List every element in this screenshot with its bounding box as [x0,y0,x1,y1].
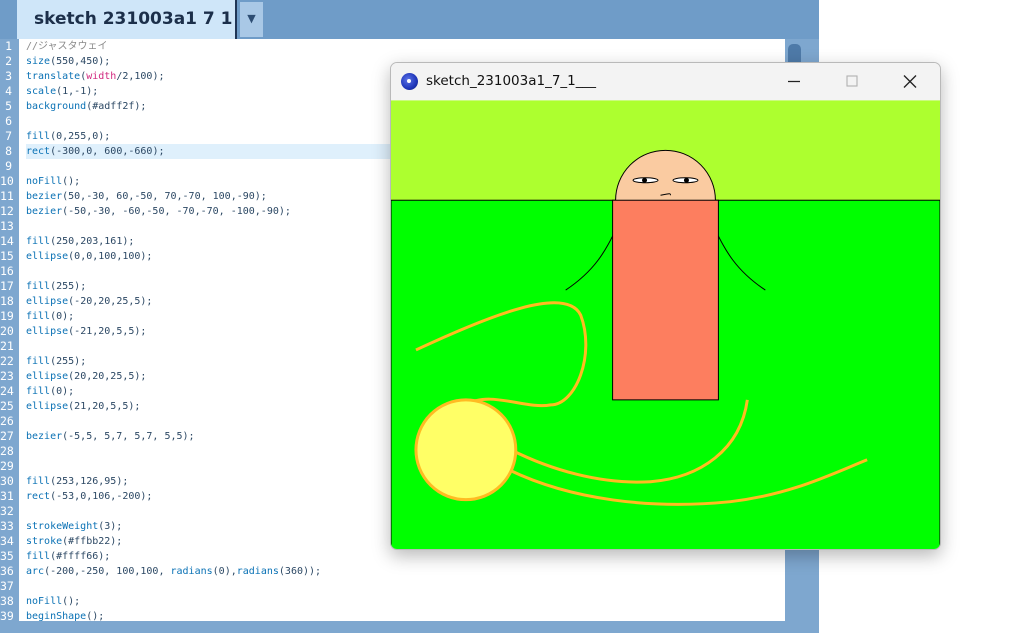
yellow-ball [414,398,518,502]
code-line: ellipse(-20,20,25,5); [26,296,153,307]
code-line: noFill(); [26,596,81,607]
line-number: 25 [0,399,14,413]
line-number: 11 [0,189,14,203]
line-number: 28 [0,444,14,458]
close-button[interactable] [881,63,939,100]
line-number: 9 [5,159,12,173]
line-number-gutter: 1 2 3 4 5 6 7 8 9 10 11 12 13 14 15 16 17 18 19 20 21 22 23 24 2… [0,39,19,621]
line-number: 22 [0,354,14,368]
code-line: //ジャスタウェイ [26,41,108,52]
processing-icon [401,73,418,90]
line-number: 31 [0,489,14,503]
line-number: 32 [0,504,14,518]
sketch-canvas [391,100,940,549]
close-icon [903,75,917,88]
code-line: ellipse(21,20,5,5); [26,401,141,412]
code-line: bezier(-50,-30, -60,-50, -70,-70, -100,-… [26,206,291,217]
code-line: bezier(-5,5, 5,7, 5,7, 5,5); [26,431,195,442]
line-number: 38 [0,594,14,608]
line-number: 8 [5,144,12,158]
line-number: 34 [0,534,14,548]
code-line: bezier(50,-30, 60,-50, 70,-70, 100,-90); [26,191,267,202]
line-number: 17 [0,279,14,293]
line-number: 4 [5,84,12,98]
minimize-icon [788,80,800,83]
line-number: 6 [5,114,12,128]
code-line: ellipse(20,20,25,5); [26,371,147,382]
line-number: 10 [0,174,14,188]
line-number: 14 [0,234,14,248]
maximize-button [823,63,881,100]
line-number: 37 [0,579,14,593]
code-line: strokeWeight(3); [26,521,123,532]
line-number: 15 [0,249,14,263]
line-number: 18 [0,294,14,308]
window-title: sketch_231003a1_7_1___ [426,73,597,89]
line-number: 3 [5,69,12,83]
line-number: 7 [5,129,12,143]
code-line: ellipse(-21,20,5,5); [26,326,147,337]
code-line: translate(width/2,100); [26,71,165,82]
code-line: beginShape(); [26,611,105,621]
tab-sketch[interactable]: sketch 231003a1 7 1 [17,0,237,39]
code-line: fill(250,203,161); [26,236,135,247]
code-line: stroke(#ffbb22); [26,536,123,547]
left-pupil [642,177,648,183]
code-line: fill(255); [26,356,87,367]
code-line: arc(-200,-250, 100,100, radians(0),radia… [26,566,322,577]
tab-menu-button[interactable]: ▼ [240,2,263,37]
line-number: 20 [0,324,14,338]
tab-label: sketch 231003a1 7 1 [34,9,233,29]
code-line: scale(1,-1); [26,86,99,97]
ide-bottom-bar [0,621,819,633]
line-number: 33 [0,519,14,533]
code-line: fill(0); [26,311,75,322]
line-number: 1 [5,39,12,53]
code-line: size(550,450); [26,56,111,67]
maximize-icon [846,75,858,87]
line-number: 21 [0,339,14,353]
line-number: 36 [0,564,14,578]
line-number: 27 [0,429,14,443]
code-line: rect(-53,0,106,-200); [26,491,153,502]
line-number: 23 [0,369,14,383]
line-number: 19 [0,309,14,323]
code-line: fill(253,126,95); [26,476,129,487]
body-rect [612,199,719,401]
line-number: 39 [0,609,14,621]
code-line: noFill(); [26,176,81,187]
code-line: fill(255); [26,281,87,292]
code-line: background(#adff2f); [26,101,147,112]
minimize-button[interactable] [765,63,823,100]
line-number: 12 [0,204,14,218]
line-number: 29 [0,459,14,473]
line-number: 30 [0,474,14,488]
code-line: ellipse(0,0,100,100); [26,251,153,262]
line-number: 24 [0,384,14,398]
line-number: 16 [0,264,14,278]
code-line: fill(0); [26,386,75,397]
right-pupil [683,177,689,183]
line-number: 2 [5,54,12,68]
sketch-window[interactable]: sketch_231003a1_7_1___ [390,62,941,550]
code-line: fill(#ffff66); [26,551,111,562]
line-number: 5 [5,99,12,113]
code-line: fill(0,255,0); [26,131,111,142]
window-titlebar[interactable]: sketch_231003a1_7_1___ [391,63,940,100]
line-number: 35 [0,549,14,563]
line-number: 26 [0,414,14,428]
line-number: 13 [0,219,14,233]
